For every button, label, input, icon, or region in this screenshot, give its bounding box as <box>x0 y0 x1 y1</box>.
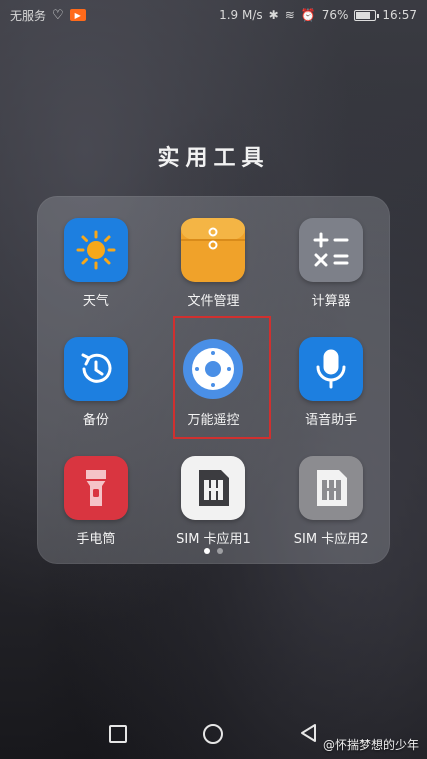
app-label: 文件管理 <box>187 294 240 309</box>
bluetooth-icon: ✱ <box>268 8 279 22</box>
calculator-icon[interactable] <box>299 218 364 282</box>
app-label: 计算器 <box>311 294 351 309</box>
highlight-box <box>173 316 271 439</box>
video-app-icon: ▶ <box>69 9 86 21</box>
battery-icon <box>354 9 380 21</box>
alarm-icon: ⏰ <box>300 8 316 22</box>
sim-card-icon[interactable] <box>181 456 246 520</box>
folder-icon[interactable] <box>181 218 246 282</box>
watermark-text: @怀揣梦想的少年 <box>322 738 419 752</box>
app-weather[interactable]: 天气 <box>37 218 155 309</box>
app-label: SIM 卡应用2 <box>293 532 369 547</box>
app-flashlight[interactable]: 手电筒 <box>37 456 155 547</box>
app-label: SIM 卡应用1 <box>176 532 251 547</box>
app-backup[interactable]: 备份 <box>37 337 155 428</box>
wifi-icon: ≋ <box>284 8 295 22</box>
status-right: 1.9 M/s ✱ ≋ ⏰ 76% 16:57 <box>219 8 417 22</box>
app-voice-assistant[interactable]: 语音助手 <box>272 337 390 428</box>
app-file-manager[interactable]: 文件管理 <box>155 218 273 309</box>
app-sim-2[interactable]: SIM 卡应用2 <box>272 456 390 547</box>
clock: 16:57 <box>382 8 417 22</box>
home-button[interactable] <box>203 724 223 744</box>
page-dot[interactable] <box>217 548 223 554</box>
sim-card-icon[interactable] <box>299 456 364 520</box>
app-label: 语音助手 <box>305 413 358 428</box>
carrier-text: 无服务 <box>10 8 47 23</box>
battery-percent: 76% <box>321 8 349 22</box>
app-sim-1[interactable]: SIM 卡应用1 <box>155 456 273 547</box>
health-icon: ♡ <box>52 7 64 23</box>
battery-fill <box>356 11 371 19</box>
weather-icon[interactable] <box>63 218 128 282</box>
app-label: 天气 <box>82 294 109 309</box>
backup-icon[interactable] <box>63 337 128 401</box>
back-button[interactable] <box>298 722 318 748</box>
status-left: 无服务 ♡ ▶ <box>10 7 86 24</box>
back-triangle-icon <box>301 724 316 742</box>
microphone-icon[interactable] <box>299 337 364 401</box>
page-indicator <box>37 548 390 554</box>
page-dot-active[interactable] <box>204 548 210 554</box>
network-speed: 1.9 M/s <box>219 8 263 22</box>
navigation-bar: @怀揣梦想的少年 <box>0 708 427 759</box>
status-bar: 无服务 ♡ ▶ 1.9 M/s ✱ ≋ ⏰ 76% 16:57 <box>0 0 427 30</box>
app-calculator[interactable]: 计算器 <box>272 218 390 309</box>
recent-apps-button[interactable] <box>109 725 127 743</box>
folder-title[interactable]: 实用工具 <box>0 140 427 172</box>
folder-panel: 天气 文件管理 计算器 备份 万能遥控 语音助手 手电筒 SIM 卡应用1 SI… <box>37 196 390 564</box>
app-label: 备份 <box>82 413 109 428</box>
flashlight-icon[interactable] <box>63 456 128 520</box>
app-label: 手电筒 <box>76 532 116 547</box>
